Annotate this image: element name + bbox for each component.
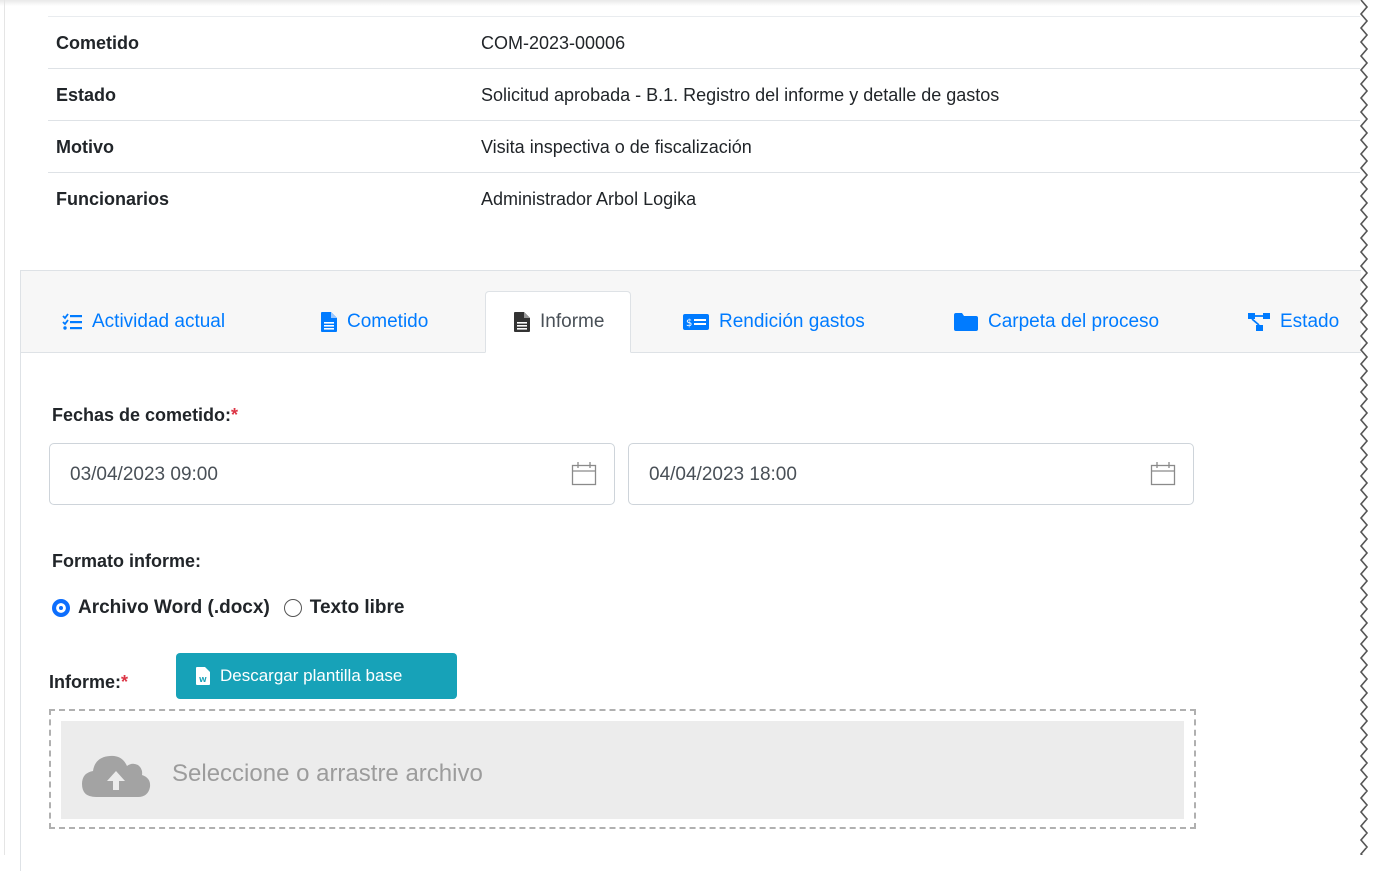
money-bill-icon: $ [683, 313, 709, 330]
start-date-value: 03/04/2023 09:00 [70, 464, 218, 485]
tab-label: Estado [1280, 310, 1340, 332]
cloud-upload-icon [82, 755, 151, 797]
dates-label-text: Fechas de cometido: [52, 405, 232, 425]
tab-actividad-actual[interactable]: Actividad actual [62, 291, 225, 352]
details-label: Estado [56, 85, 117, 105]
tab-estado[interactable]: Estado [1248, 291, 1339, 352]
details-value: Visita inspectiva o de fiscalización [481, 137, 752, 157]
project-diagram-icon [1248, 312, 1270, 331]
radio-texto-libre-label[interactable]: Texto libre [310, 597, 405, 619]
svg-text:$: $ [686, 318, 692, 329]
tabs-header: Actividad actual Cometido Informe $ Rend… [21, 271, 1361, 353]
details-value: Administrador Arbol Logika [481, 189, 697, 209]
format-label: Formato informe: [52, 551, 202, 571]
radio-word[interactable] [52, 599, 70, 617]
details-row: Motivo Visita inspectiva o de fiscalizac… [48, 120, 1360, 172]
tab-cometido[interactable]: Cometido [321, 291, 428, 352]
torn-edge-decoration [1359, 0, 1375, 855]
end-date-input[interactable]: 04/04/2023 18:00 [628, 443, 1194, 505]
details-row: Funcionarios Administrador Arbol Logika [48, 172, 1360, 224]
tab-informe[interactable]: Informe [485, 291, 632, 353]
tab-label: Cometido [347, 310, 429, 332]
tab-label: Informe [540, 311, 605, 332]
details-value: Solicitud aprobada - B.1. Registro del i… [481, 85, 1000, 105]
svg-text:W: W [199, 676, 207, 684]
details-label: Motivo [56, 137, 114, 157]
details-row: Cometido COM-2023-00006 [48, 16, 1360, 68]
calendar-icon[interactable] [1150, 461, 1176, 487]
required-mark: * [121, 672, 129, 692]
report-label: Informe:* [49, 672, 128, 693]
tab-label: Rendición gastos [719, 310, 865, 332]
file-dropzone[interactable]: Seleccione o arrastre archivo [49, 709, 1196, 829]
download-template-label: Descargar plantilla base [220, 666, 403, 685]
details-row: Estado Solicitud aprobada - B.1. Registr… [48, 68, 1360, 120]
radio-word-label[interactable]: Archivo Word (.docx) [78, 597, 270, 619]
calendar-icon[interactable] [571, 461, 597, 487]
tab-label: Carpeta del proceso [988, 310, 1160, 332]
format-radio-group: Archivo Word (.docx) Texto libre [52, 595, 404, 621]
details-value: COM-2023-00006 [481, 33, 626, 53]
details-label: Cometido [56, 33, 139, 53]
required-mark: * [231, 405, 239, 425]
tab-carpeta-del-proceso[interactable]: Carpeta del proceso [954, 291, 1159, 352]
list-check-icon [62, 312, 82, 330]
tab-rendicion-gastos[interactable]: $ Rendición gastos [683, 291, 865, 352]
page: Cometido COM-2023-00006 Estado Solicitud… [0, 0, 1375, 871]
file-icon [321, 311, 337, 332]
tab-label: Actividad actual [92, 310, 226, 332]
file-word-icon: W [196, 667, 210, 685]
download-template-button[interactable]: W Descargar plantilla base [176, 653, 457, 699]
end-date-value: 04/04/2023 18:00 [649, 464, 797, 485]
left-border [4, 0, 5, 855]
report-label-text: Informe: [49, 672, 121, 692]
dropzone-text: Seleccione o arrastre archivo [172, 760, 483, 787]
start-date-input[interactable]: 03/04/2023 09:00 [49, 443, 615, 505]
details-table: Cometido COM-2023-00006 Estado Solicitud… [48, 16, 1360, 224]
file-icon [514, 312, 530, 332]
dates-label: Fechas de cometido:* [52, 405, 238, 426]
top-shadow [0, 0, 1360, 6]
radio-texto-libre[interactable] [283, 599, 302, 617]
details-label: Funcionarios [56, 189, 170, 209]
folder-icon [954, 312, 978, 331]
dropzone-area[interactable]: Seleccione o arrastre archivo [61, 721, 1184, 819]
